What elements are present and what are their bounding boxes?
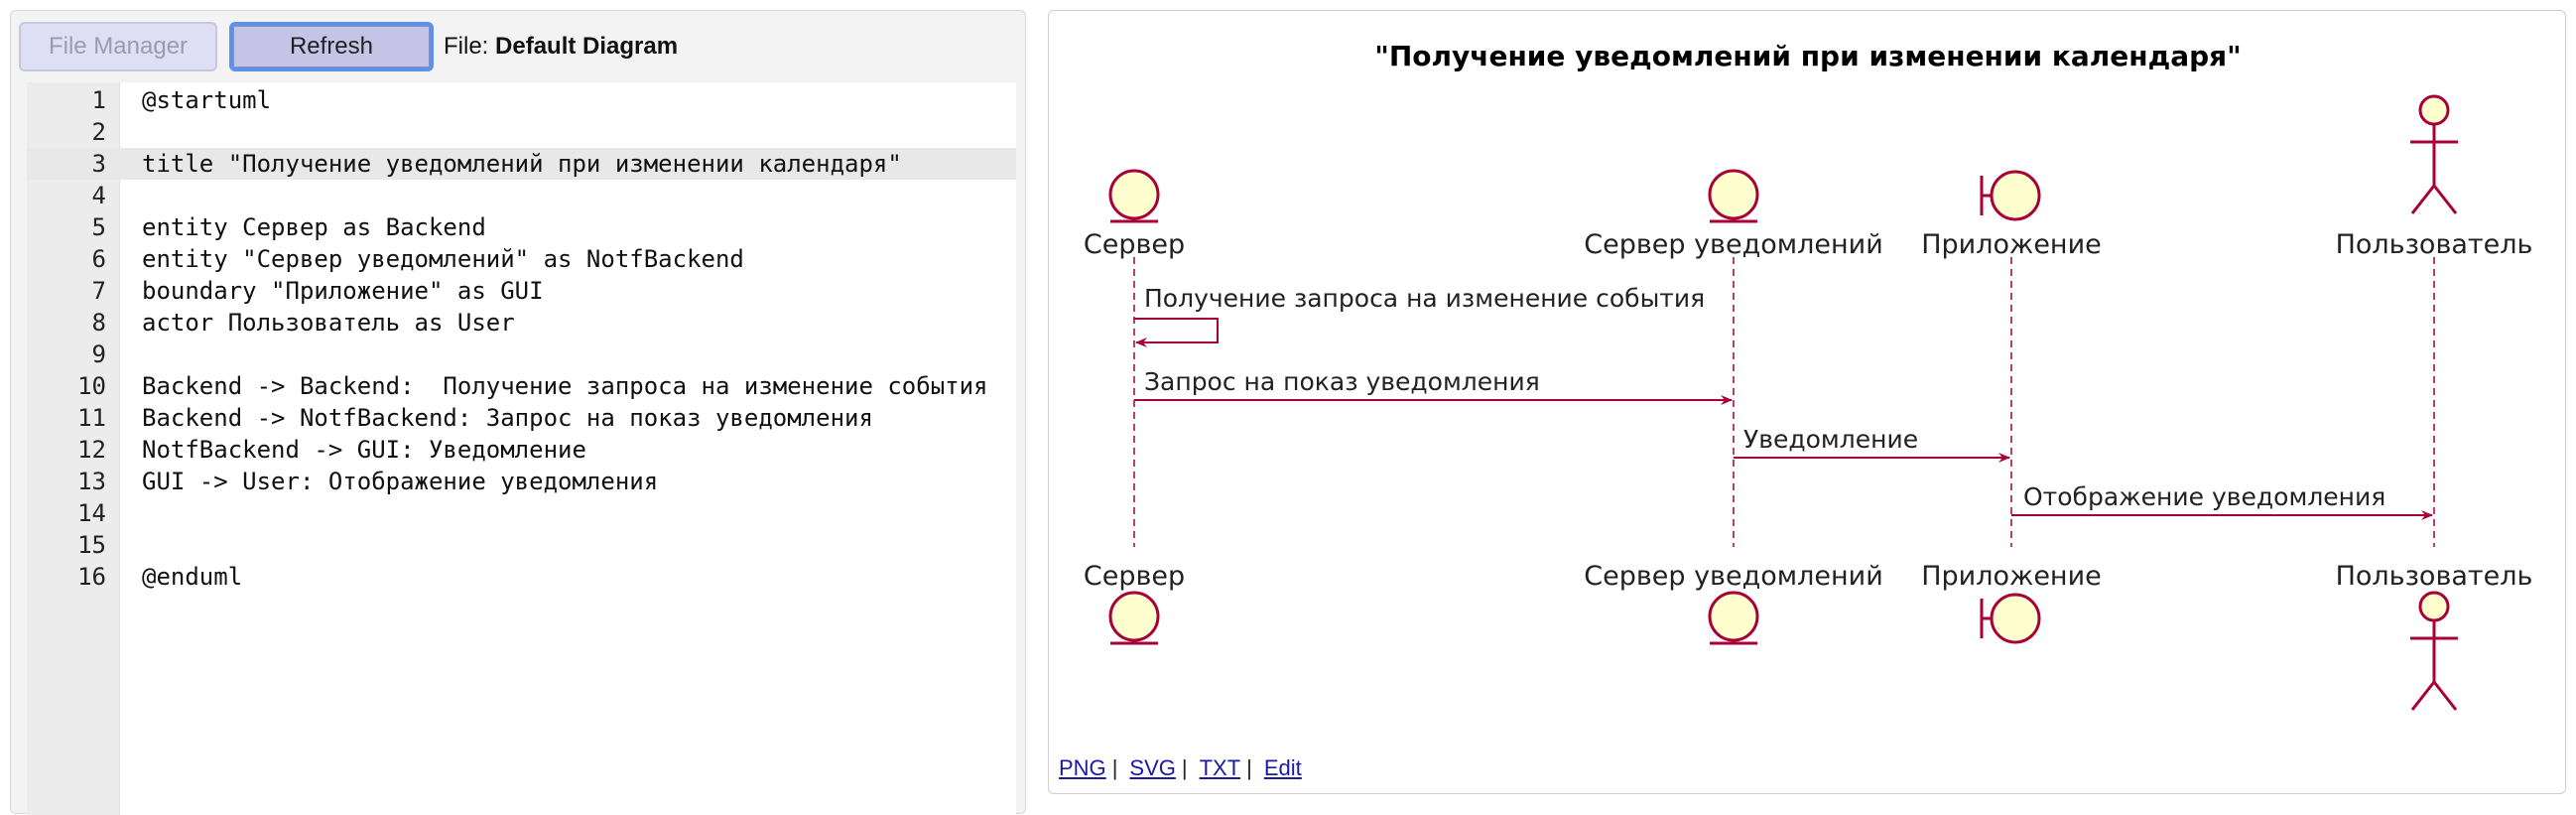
participant-label-bottom: Сервер	[1084, 561, 1185, 592]
participant-label-top: Сервер уведомлений	[1584, 229, 1883, 260]
participant-label-top: Приложение	[1921, 229, 2102, 260]
file-label: File: Default Diagram	[444, 33, 678, 61]
link-separator: |	[1111, 755, 1118, 780]
line-number: 8	[91, 309, 106, 337]
line-text: actor Пользователь as User	[142, 309, 515, 337]
line-text: Backend -> NotfBackend: Запрос на показ …	[142, 404, 873, 432]
file-name: Default Diagram	[495, 33, 679, 60]
code-line-active[interactable]: 3 title "Получение уведомлений при измене…	[27, 148, 1016, 180]
line-number: 11	[77, 404, 106, 432]
file-manager-button[interactable]: File Manager	[19, 22, 217, 71]
line-number: 1	[91, 86, 106, 114]
preview-panel: "Получение уведомлений при изменении кал…	[1048, 10, 2566, 794]
editor-panel: File Manager Refresh File: Default Diagr…	[10, 10, 1026, 815]
export-links: PNG | SVG | TXT | Edit	[1059, 755, 1302, 781]
line-number: 16	[77, 563, 106, 591]
code-line[interactable]: 2	[27, 116, 1016, 148]
actor-icon	[2410, 94, 2458, 214]
code-line[interactable]: 8 actor Пользователь as User	[27, 307, 1016, 339]
file-prefix: File:	[444, 33, 489, 60]
entity-icon	[1108, 169, 1160, 223]
line-number: 4	[91, 182, 106, 209]
line-number: 3	[91, 150, 106, 178]
code-line[interactable]: 11 Backend -> NotfBackend: Запрос на пока…	[27, 402, 1016, 434]
entity-icon	[1708, 169, 1759, 223]
line-number: 10	[77, 372, 106, 400]
link-separator: |	[1181, 755, 1188, 780]
entity-icon	[1108, 591, 1160, 645]
self-message-arrow	[1134, 318, 1219, 347]
line-text: boundary "Приложение" as GUI	[142, 277, 544, 305]
participant-label-bottom: Приложение	[1921, 561, 2102, 592]
code-line[interactable]: 14	[27, 497, 1016, 529]
line-text: @startuml	[142, 86, 272, 114]
txt-link[interactable]: TXT	[1200, 755, 1241, 780]
line-number: 5	[91, 213, 106, 241]
line-text: Backend -> Backend: Получение запроса на…	[142, 372, 988, 400]
line-number: 14	[77, 499, 106, 527]
edit-link[interactable]: Edit	[1264, 755, 1302, 780]
line-number: 2	[91, 118, 106, 146]
actor-icon	[2410, 591, 2458, 711]
refresh-button[interactable]: Refresh	[229, 22, 434, 71]
message-label: Отображение уведомления	[2023, 482, 2385, 511]
code-line[interactable]: 9	[27, 339, 1016, 370]
line-text: entity Сервер as Backend	[142, 213, 486, 241]
message-label: Получение запроса на изменение события	[1144, 284, 1705, 313]
line-number: 6	[91, 245, 106, 273]
code-line[interactable]: 7 boundary "Приложение" as GUI	[27, 275, 1016, 307]
line-number: 15	[77, 531, 106, 559]
code-line[interactable]: 12 NotfBackend -> GUI: Уведомление	[27, 434, 1016, 466]
code-line[interactable]: 5 entity Сервер as Backend	[27, 211, 1016, 243]
line-text: entity "Сервер уведомлений" as NotfBacke…	[142, 245, 744, 273]
toolbar: File Manager Refresh File: Default Diagr…	[19, 19, 678, 74]
link-separator: |	[1246, 755, 1252, 780]
entity-icon	[1708, 591, 1759, 645]
boundary-icon	[1980, 593, 2041, 644]
code-line[interactable]: 10 Backend -> Backend: Получение запроса …	[27, 370, 1016, 402]
participant-label-bottom: Сервер уведомлений	[1584, 561, 1883, 592]
line-text: @enduml	[142, 563, 243, 591]
line-number: 13	[77, 468, 106, 495]
sequence-diagram: "Получение уведомлений при изменении кал…	[1084, 40, 2533, 711]
participant-label-bottom: Пользователь	[2336, 561, 2533, 592]
diagram-title: "Получение уведомлений при изменении кал…	[1374, 40, 2242, 72]
line-number: 12	[77, 436, 106, 464]
boundary-icon	[1980, 170, 2041, 221]
line-number: 7	[91, 277, 106, 305]
code-editor[interactable]: 1 @startuml 2 3 title "Получение уведомлен…	[27, 82, 1016, 815]
message-label: Уведомление	[1743, 425, 1918, 454]
line-text: title "Получение уведомлений при изменен…	[142, 150, 902, 178]
code-line[interactable]: 15	[27, 529, 1016, 561]
message-label: Запрос на показ уведомления	[1144, 367, 1540, 396]
participant-label-top: Пользователь	[2336, 229, 2533, 260]
code-line[interactable]: 1 @startuml	[27, 84, 1016, 116]
line-text: GUI -> User: Отображение уведомления	[142, 468, 659, 495]
png-link[interactable]: PNG	[1059, 755, 1106, 780]
participant-label-top: Сервер	[1084, 229, 1185, 260]
code-line[interactable]: 6 entity "Сервер уведомлений" as NotfBack…	[27, 243, 1016, 275]
code-line[interactable]: 16 @enduml	[27, 561, 1016, 593]
line-number: 9	[91, 340, 106, 368]
svg-link[interactable]: SVG	[1129, 755, 1175, 780]
code-line[interactable]: 4	[27, 180, 1016, 211]
line-text: NotfBackend -> GUI: Уведомление	[142, 436, 586, 464]
code-line[interactable]: 13 GUI -> User: Отображение уведомления	[27, 466, 1016, 497]
